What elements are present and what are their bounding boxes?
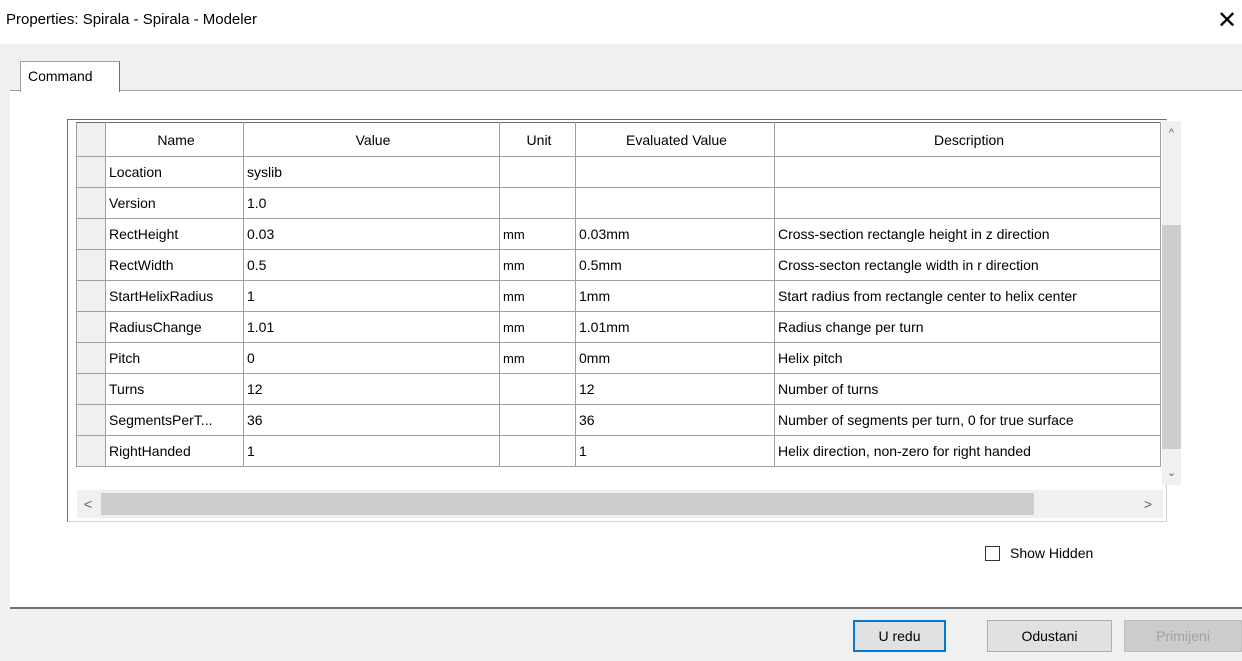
tab-command[interactable]: Command: [20, 61, 120, 92]
table-row[interactable]: Version 1.0: [76, 187, 1161, 219]
cell-name[interactable]: RadiusChange: [105, 311, 244, 343]
table-row[interactable]: RightHanded 1 1 Helix direction, non-zero f…: [76, 435, 1161, 467]
cell-evaluated-value[interactable]: 0.5mm: [575, 249, 775, 281]
cell-description[interactable]: Helix direction, non-zero for right hand…: [774, 435, 1161, 467]
scroll-right-icon[interactable]: >: [1137, 490, 1159, 518]
cell-value[interactable]: 0.5: [243, 249, 500, 281]
row-selector[interactable]: [76, 280, 106, 312]
ok-button[interactable]: U redu: [853, 620, 946, 652]
table-row[interactable]: RectWidth 0.5 mm 0.5mm Cross-secton rectangl…: [76, 249, 1161, 281]
cell-value[interactable]: 12: [243, 373, 500, 405]
cell-evaluated-value[interactable]: 1.01mm: [575, 311, 775, 343]
column-header-evaluated-value[interactable]: Evaluated Value: [575, 122, 775, 157]
row-selector[interactable]: [76, 187, 106, 219]
grid-body: Location syslib Version 1.0 RectHeight 0.03 mm…: [76, 156, 1161, 467]
row-selector[interactable]: [76, 218, 106, 250]
cell-description[interactable]: Number of segments per turn, 0 for true …: [774, 404, 1161, 436]
cell-name[interactable]: Version: [105, 187, 244, 219]
cell-unit[interactable]: mm: [499, 218, 576, 250]
apply-button[interactable]: Primijeni: [1124, 620, 1242, 652]
cell-name[interactable]: RectHeight: [105, 218, 244, 250]
header-row: Name Value Unit Evaluated Value Descript…: [76, 122, 1161, 157]
cell-unit[interactable]: mm: [499, 249, 576, 281]
cell-unit[interactable]: mm: [499, 311, 576, 343]
horizontal-scroll-thumb[interactable]: [101, 493, 1034, 515]
cell-value[interactable]: 1: [243, 280, 500, 312]
cell-unit[interactable]: [499, 435, 576, 467]
table-row[interactable]: SegmentsPerT... 36 36 Number of segments pe…: [76, 404, 1161, 436]
row-selector[interactable]: [76, 373, 106, 405]
cell-unit[interactable]: [499, 187, 576, 219]
cell-unit[interactable]: [499, 156, 576, 188]
vertical-scroll-thumb[interactable]: [1162, 225, 1181, 449]
column-header-description[interactable]: Description: [774, 122, 1161, 157]
row-selector[interactable]: [76, 404, 106, 436]
horizontal-scrollbar[interactable]: < >: [77, 490, 1163, 518]
scroll-down-icon[interactable]: ⌄: [1162, 465, 1181, 482]
cell-name[interactable]: RectWidth: [105, 249, 244, 281]
row-selector[interactable]: [76, 249, 106, 281]
column-header-name[interactable]: Name: [105, 122, 244, 157]
cell-unit[interactable]: [499, 373, 576, 405]
cell-description[interactable]: Cross-secton rectangle width in r direct…: [774, 249, 1161, 281]
window-title: Properties: Spirala - Spirala - Modeler: [6, 11, 257, 28]
cell-evaluated-value[interactable]: [575, 187, 775, 219]
show-hidden-checkbox[interactable]: [985, 546, 1000, 561]
cell-evaluated-value[interactable]: 1: [575, 435, 775, 467]
show-hidden-label[interactable]: Show Hidden: [1010, 545, 1093, 561]
cell-name[interactable]: StartHelixRadius: [105, 280, 244, 312]
properties-table: Name Value Unit Evaluated Value Descript…: [76, 122, 1161, 467]
cell-unit[interactable]: mm: [499, 280, 576, 312]
table-row[interactable]: RectHeight 0.03 mm 0.03mm Cross-section rect…: [76, 218, 1161, 250]
cell-unit[interactable]: [499, 404, 576, 436]
cell-value[interactable]: 36: [243, 404, 500, 436]
column-header-value[interactable]: Value: [243, 122, 500, 157]
table-row[interactable]: Location syslib: [76, 156, 1161, 188]
cell-value[interactable]: 1: [243, 435, 500, 467]
cancel-button[interactable]: Odustani: [987, 620, 1112, 652]
column-header-unit[interactable]: Unit: [499, 122, 576, 157]
cell-value[interactable]: 0.03: [243, 218, 500, 250]
cell-name[interactable]: Turns: [105, 373, 244, 405]
cell-evaluated-value[interactable]: 1mm: [575, 280, 775, 312]
table-row[interactable]: Pitch 0 mm 0mm Helix pitch: [76, 342, 1161, 374]
cell-unit[interactable]: mm: [499, 342, 576, 374]
cell-value[interactable]: 0: [243, 342, 500, 374]
cell-description[interactable]: [774, 187, 1161, 219]
row-selector[interactable]: [76, 342, 106, 374]
close-icon[interactable]: ✕: [1212, 6, 1242, 36]
cell-value[interactable]: 1.0: [243, 187, 500, 219]
scroll-left-icon[interactable]: <: [77, 490, 99, 518]
cell-value[interactable]: syslib: [243, 156, 500, 188]
cell-description[interactable]: Start radius from rectangle center to he…: [774, 280, 1161, 312]
row-selector[interactable]: [76, 156, 106, 188]
cell-name[interactable]: Location: [105, 156, 244, 188]
table-row[interactable]: StartHelixRadius 1 mm 1mm Start radius from …: [76, 280, 1161, 312]
title-bar: Properties: Spirala - Spirala - Modeler …: [0, 0, 1242, 44]
cell-description[interactable]: Number of turns: [774, 373, 1161, 405]
vertical-scrollbar[interactable]: ^ ⌄: [1162, 121, 1181, 485]
cell-name[interactable]: SegmentsPerT...: [105, 404, 244, 436]
cell-description[interactable]: Helix pitch: [774, 342, 1161, 374]
cell-evaluated-value[interactable]: 36: [575, 404, 775, 436]
cell-evaluated-value[interactable]: 0mm: [575, 342, 775, 374]
cell-evaluated-value[interactable]: 12: [575, 373, 775, 405]
table-row[interactable]: RadiusChange 1.01 mm 1.01mm Radius change pe…: [76, 311, 1161, 343]
scroll-up-icon[interactable]: ^: [1162, 125, 1181, 142]
tab-command-label: Command: [28, 68, 93, 84]
cell-description[interactable]: Cross-section rectangle height in z dire…: [774, 218, 1161, 250]
cell-description[interactable]: [774, 156, 1161, 188]
cell-evaluated-value[interactable]: 0.03mm: [575, 218, 775, 250]
row-selector[interactable]: [76, 311, 106, 343]
row-selector[interactable]: [76, 435, 106, 467]
cell-description[interactable]: Radius change per turn: [774, 311, 1161, 343]
cell-value[interactable]: 1.01: [243, 311, 500, 343]
cell-name[interactable]: RightHanded: [105, 435, 244, 467]
properties-grid: Name Value Unit Evaluated Value Descript…: [67, 119, 1167, 522]
cell-name[interactable]: Pitch: [105, 342, 244, 374]
cell-evaluated-value[interactable]: [575, 156, 775, 188]
row-selector-header[interactable]: [76, 122, 106, 157]
table-row[interactable]: Turns 12 12 Number of turns: [76, 373, 1161, 405]
